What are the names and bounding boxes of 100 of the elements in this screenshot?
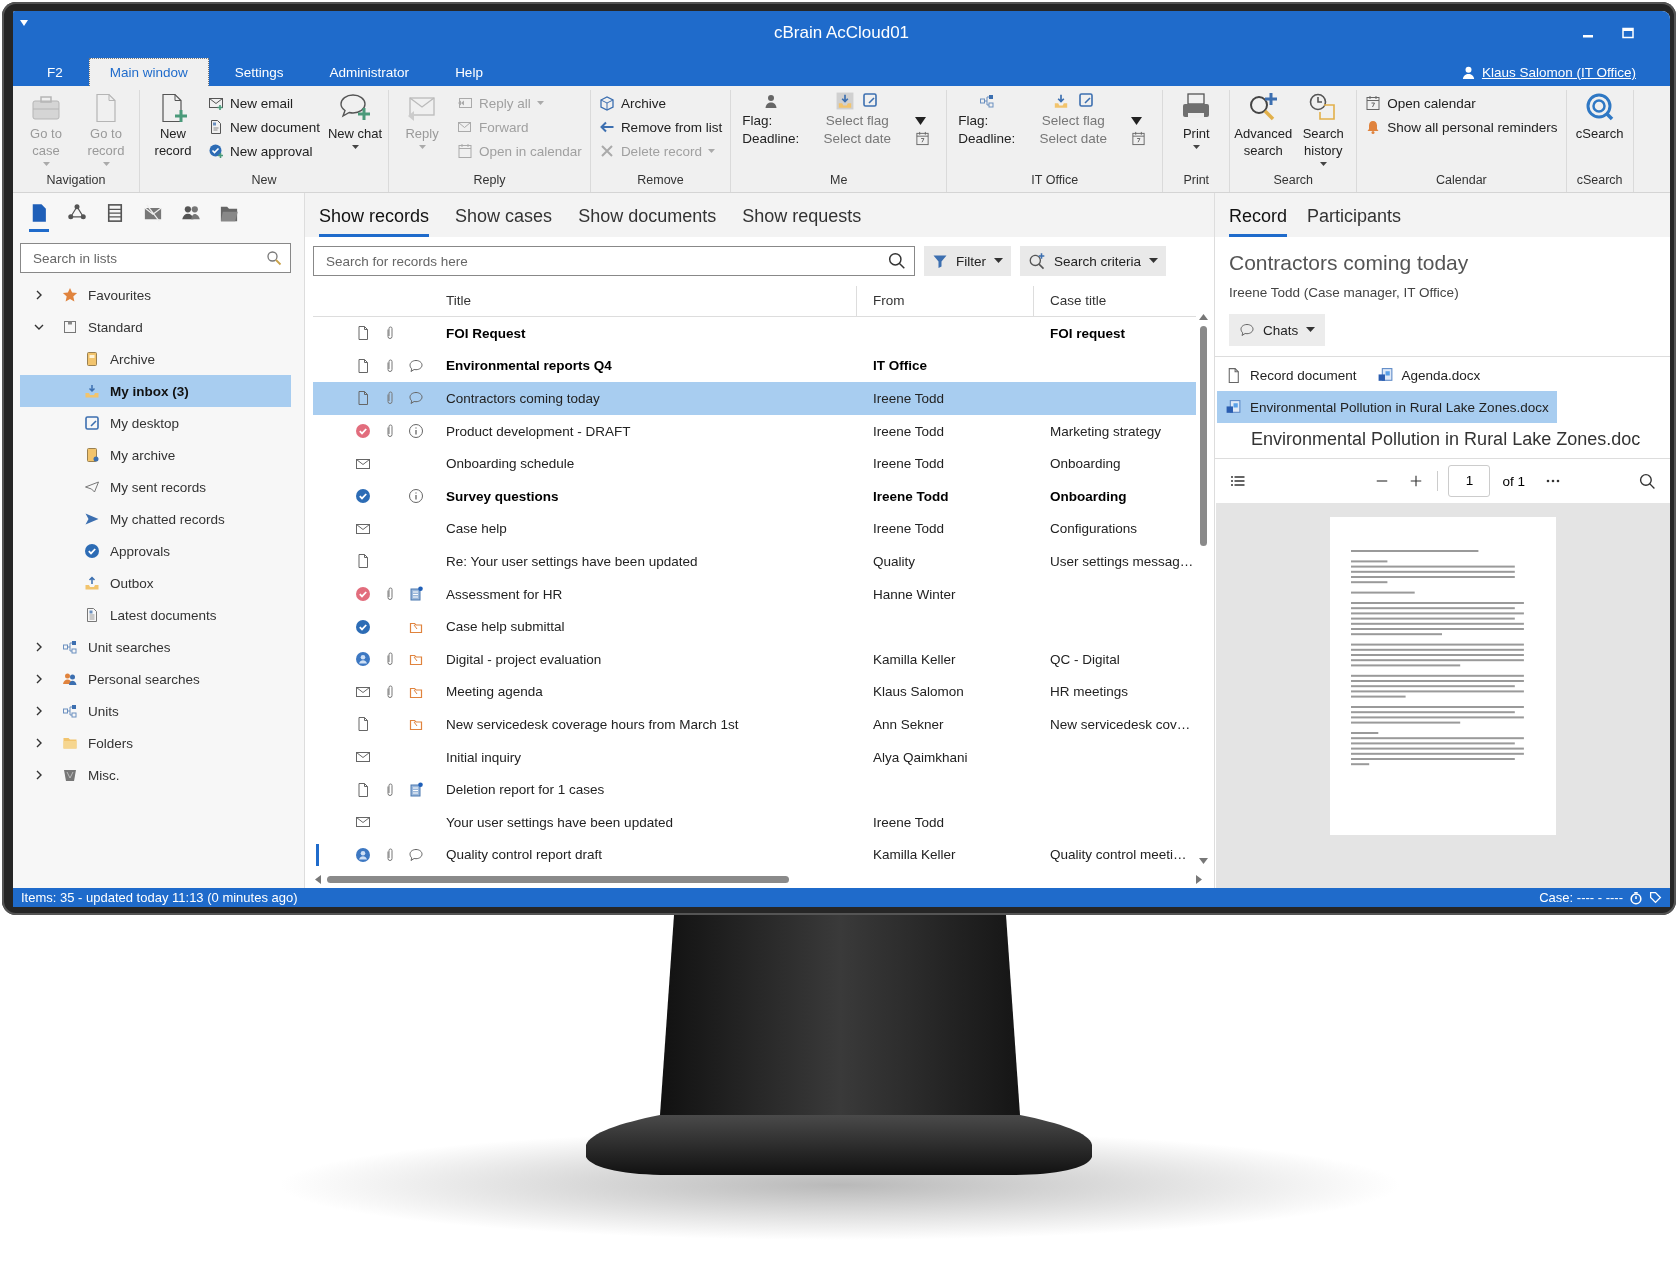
flag-dropdown[interactable]: Select flag: [805, 113, 910, 128]
column-header[interactable]: From: [856, 286, 1033, 316]
view-tab[interactable]: Show documents: [578, 206, 717, 237]
menu-tab[interactable]: Help: [435, 58, 503, 86]
desktop-icon[interactable]: [862, 92, 879, 108]
tree-item[interactable]: My inbox (3): [20, 375, 291, 407]
dropdown-arrow-icon[interactable]: [915, 116, 927, 125]
scroll-up-icon[interactable]: [1198, 314, 1208, 320]
record-row[interactable]: Case help submittal: [313, 610, 1196, 643]
user-link[interactable]: Klaus Salomon (IT Office): [1481, 64, 1636, 80]
ribbon-button[interactable]: Remove from list: [595, 115, 726, 139]
tree-item[interactable]: Outbox: [20, 567, 291, 599]
record-row[interactable]: Re: Your user settings have been updated Quality User settings messag…: [313, 545, 1196, 578]
tag-icon[interactable]: [1649, 891, 1662, 904]
record-row[interactable]: Case help Ireene Todd Configurations: [313, 512, 1196, 546]
chevron-icon[interactable]: [34, 642, 44, 652]
tree-item[interactable]: Favourites: [20, 279, 291, 311]
record-row[interactable]: Survey questions Ireene Todd Onboarding: [313, 479, 1196, 513]
view-tab[interactable]: Show cases: [455, 206, 553, 237]
record-row[interactable]: Product development - DRAFT Ireene Todd Marketing strategy: [313, 414, 1196, 448]
timer-icon[interactable]: [1629, 890, 1643, 905]
tree-item[interactable]: Approvals: [20, 535, 291, 567]
tree-item[interactable]: My sent records: [20, 471, 291, 503]
calendar-icon[interactable]: [1131, 131, 1147, 146]
tree-item[interactable]: My desktop: [20, 407, 291, 439]
tree-item[interactable]: My archive: [20, 439, 291, 471]
ribbon-button[interactable]: Search history: [1295, 90, 1352, 169]
scroll-thumb[interactable]: [327, 875, 789, 883]
tree-item[interactable]: Misc.: [20, 759, 291, 791]
dropdown-arrow-icon[interactable]: [1131, 116, 1143, 125]
sidebar-tab[interactable]: [29, 203, 49, 232]
view-tab[interactable]: Show requests: [742, 206, 862, 237]
record-row[interactable]: Environmental reports Q4 IT Office: [313, 349, 1196, 383]
column-header[interactable]: Case title: [1033, 286, 1190, 316]
tree-item[interactable]: Folders: [20, 727, 291, 759]
tree-item[interactable]: Archive: [20, 343, 291, 375]
record-row[interactable]: Meeting agenda Klaus Salomon HR meetings: [313, 675, 1196, 709]
tree-item[interactable]: Units: [20, 695, 291, 727]
chevron-icon[interactable]: [34, 290, 44, 300]
record-row[interactable]: Initial inquiry Alya Qaimkhani: [313, 740, 1196, 774]
search-field[interactable]: Search for records here: [313, 246, 915, 276]
ribbon-button[interactable]: cSearch: [1571, 90, 1628, 144]
attachment-item[interactable]: Record document: [1217, 359, 1365, 391]
flag-dropdown[interactable]: Select flag: [1021, 113, 1126, 128]
tree-item[interactable]: Standard: [20, 311, 291, 343]
scroll-down-icon[interactable]: [1198, 858, 1208, 864]
detail-tab[interactable]: Record: [1229, 206, 1288, 237]
scroll-right-icon[interactable]: [1196, 874, 1202, 884]
ribbon-button[interactable]: New record: [145, 90, 201, 161]
chevron-icon[interactable]: [34, 706, 44, 716]
record-row[interactable]: Contractors coming today Ireene Todd: [313, 382, 1196, 415]
scroll-thumb[interactable]: [1199, 326, 1207, 546]
menu-tab[interactable]: Administrator: [309, 58, 430, 86]
record-row[interactable]: Assessment for HR Hanne Winter: [313, 577, 1196, 611]
detail-tab[interactable]: Participants: [1307, 206, 1402, 237]
maximize-icon[interactable]: [1622, 26, 1634, 39]
record-row[interactable]: Your user settings have been updated Ireene Todd: [313, 805, 1196, 839]
record-row[interactable]: New servicedesk coverage hours from March 1st Ann Sekner New servicedesk cov…: [313, 708, 1196, 741]
ribbon-button[interactable]: New email: [205, 91, 324, 115]
record-row[interactable]: Digital - project evaluation Kamilla Keller QC - Digital: [313, 642, 1196, 676]
search-field[interactable]: Search in lists: [20, 243, 291, 273]
chevron-icon[interactable]: [34, 322, 44, 332]
chevron-icon[interactable]: [34, 738, 44, 748]
date-field[interactable]: Select date: [1021, 131, 1126, 146]
page-number-field[interactable]: 1: [1448, 465, 1491, 497]
ribbon-button[interactable]: Advanced search: [1235, 90, 1292, 161]
ribbon-button[interactable]: New chat: [327, 90, 384, 152]
scroll-left-icon[interactable]: [315, 874, 321, 884]
column-header[interactable]: Title: [446, 286, 856, 316]
zoom-in-icon[interactable]: [1409, 474, 1424, 488]
inbox-icon[interactable]: [836, 92, 855, 110]
record-row[interactable]: Quality control report draft Kamilla Keller Quality control meeti…: [313, 838, 1196, 870]
ribbon-button[interactable]: Open calendar: [1362, 91, 1561, 115]
menu-tab[interactable]: F2: [27, 58, 83, 86]
date-field[interactable]: Select date: [805, 131, 910, 146]
ribbon-button[interactable]: Print: [1168, 90, 1225, 152]
search-criteria-button[interactable]: Search criteria: [1020, 246, 1167, 276]
menu-tab[interactable]: Settings: [214, 58, 304, 86]
chevron-icon[interactable]: [34, 674, 44, 684]
ribbon-button[interactable]: Archive: [595, 91, 726, 115]
search-icon[interactable]: [1639, 472, 1656, 490]
tree-item[interactable]: My chatted records: [20, 503, 291, 535]
menu-tab[interactable]: Main window: [88, 58, 209, 86]
tree-item[interactable]: Unit searches: [20, 631, 291, 663]
filter-button[interactable]: Filter: [924, 246, 1011, 276]
record-row[interactable]: Deletion report for 1 cases: [313, 773, 1196, 806]
record-row[interactable]: Onboarding schedule Ireene Todd Onboarding: [313, 447, 1196, 480]
record-row[interactable]: FOI Request FOI request: [313, 317, 1196, 350]
attachment-item[interactable]: Agenda.docx: [1368, 359, 1489, 391]
ribbon-button[interactable]: Show all personal reminders: [1362, 115, 1561, 139]
chats-button[interactable]: Chats: [1229, 314, 1326, 346]
tree-item[interactable]: Latest documents: [20, 599, 291, 631]
attachment-item[interactable]: Environmental Pollution in Rural Lake Zones.docx: [1217, 391, 1557, 423]
calendar-icon[interactable]: [915, 131, 931, 146]
view-tab[interactable]: Show records: [319, 206, 430, 237]
tree-item[interactable]: Personal searches: [20, 663, 291, 695]
caret-icon[interactable]: [19, 19, 29, 27]
desktop-icon[interactable]: [1078, 92, 1095, 108]
outline-icon[interactable]: [1229, 473, 1247, 489]
ribbon-button[interactable]: New approval: [205, 139, 324, 163]
